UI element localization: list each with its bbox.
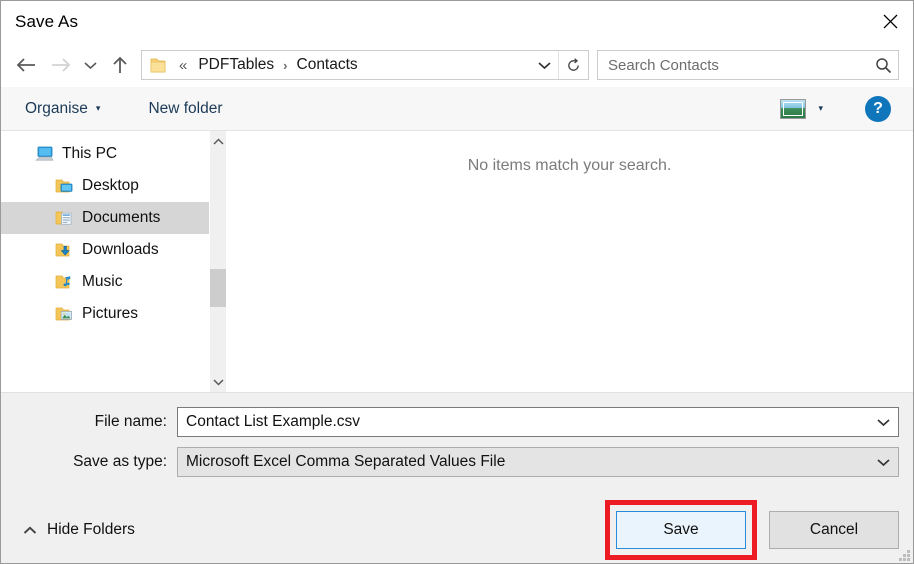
sidebar-item-label: Downloads <box>82 241 159 259</box>
folder-downloads-icon <box>53 242 75 258</box>
save-button[interactable]: Save <box>616 511 746 549</box>
form-panel: File name: Save as type: <box>1 393 913 497</box>
breadcrumb: « PDFTables › Contacts <box>172 56 530 74</box>
file-name-input[interactable] <box>178 412 868 432</box>
file-name-label: File name: <box>1 413 177 431</box>
folder-icon <box>150 58 166 73</box>
file-list[interactable]: No items match your search. <box>226 131 913 392</box>
chevron-up-icon <box>213 138 224 146</box>
save-as-type-row: Save as type: <box>1 447 913 477</box>
help-icon[interactable]: ? <box>865 96 891 122</box>
title-bar: Save As <box>1 1 913 43</box>
save-as-dialog: Save As <box>0 0 914 564</box>
search-box[interactable] <box>597 50 899 80</box>
close-icon <box>883 14 898 29</box>
sidebar-item-label: Documents <box>82 209 160 227</box>
scrollbar-down-button[interactable] <box>210 373 226 390</box>
organise-button[interactable]: Organise ▾ <box>19 96 106 122</box>
sidebar-item-desktop[interactable]: Desktop <box>1 170 209 202</box>
save-as-type-dropdown-button[interactable] <box>868 458 898 467</box>
sidebar-item-downloads[interactable]: Downloads <box>1 234 209 266</box>
hide-folders-button[interactable]: Hide Folders <box>15 521 135 539</box>
close-button[interactable] <box>867 1 913 41</box>
chevron-down-icon <box>213 378 224 386</box>
refresh-icon <box>566 58 581 73</box>
scrollbar-thumb[interactable] <box>210 269 226 307</box>
sidebar-item-label: Music <box>82 273 122 291</box>
sidebar-item-label: This PC <box>62 145 117 163</box>
breadcrumb-separator-0[interactable]: › <box>278 58 292 73</box>
arrow-left-icon <box>16 57 37 73</box>
search-input[interactable] <box>598 56 868 75</box>
breadcrumb-item-0[interactable]: PDFTables <box>194 56 278 74</box>
back-button[interactable] <box>9 48 43 82</box>
dialog-body: This PC Desktop <box>1 131 913 393</box>
folder-desktop-icon <box>53 178 75 194</box>
chevron-down-icon: ▾ <box>96 104 101 113</box>
file-name-row: File name: <box>1 407 913 437</box>
sidebar-item-pictures[interactable]: Pictures <box>1 298 209 330</box>
search-icon <box>875 57 892 74</box>
save-as-type-combo[interactable] <box>177 447 899 477</box>
save-as-type-value[interactable] <box>178 452 868 472</box>
dialog-title: Save As <box>1 12 78 32</box>
hide-folders-label: Hide Folders <box>47 521 135 539</box>
save-as-type-label: Save as type: <box>1 453 177 471</box>
resize-grip-icon[interactable] <box>898 549 910 561</box>
chevron-down-icon <box>84 61 97 70</box>
address-dropdown-button[interactable] <box>530 51 558 79</box>
sidebar-item-documents[interactable]: Documents <box>1 202 209 234</box>
organise-label: Organise <box>25 100 88 118</box>
scrollbar-up-button[interactable] <box>210 133 226 150</box>
toolbar: Organise ▾ New folder ▾ ? <box>1 87 913 131</box>
chevron-down-icon <box>877 458 890 467</box>
view-options-chevron-down-icon[interactable]: ▾ <box>818 104 823 113</box>
sidebar-item-label: Pictures <box>82 305 138 323</box>
folder-pictures-icon <box>53 306 75 322</box>
recent-locations-button[interactable] <box>77 48 103 82</box>
sidebar-item-label: Desktop <box>82 177 139 195</box>
dialog-footer: Hide Folders Save Cancel <box>1 497 913 563</box>
navigation-pane: This PC Desktop <box>1 131 209 392</box>
sidebar-item-this-pc[interactable]: This PC <box>1 138 209 170</box>
navigation-bar: « PDFTables › Contacts <box>1 43 913 87</box>
save-button-highlight: Save <box>605 500 757 560</box>
breadcrumb-overflow[interactable]: « <box>172 57 194 74</box>
file-name-dropdown-button[interactable] <box>868 418 898 427</box>
picture-view-icon[interactable] <box>780 99 806 119</box>
arrow-up-icon <box>112 56 128 75</box>
computer-icon <box>33 146 55 162</box>
sidebar-scrollbar[interactable] <box>209 131 226 392</box>
up-button[interactable] <box>103 48 137 82</box>
chevron-down-icon <box>877 418 890 427</box>
arrow-right-icon <box>50 57 71 73</box>
folder-documents-icon <box>53 210 75 226</box>
address-bar[interactable]: « PDFTables › Contacts <box>141 50 589 80</box>
cancel-button[interactable]: Cancel <box>769 511 899 549</box>
breadcrumb-item-1[interactable]: Contacts <box>293 56 362 74</box>
folder-music-icon <box>53 274 75 290</box>
new-folder-label: New folder <box>148 100 222 118</box>
file-name-combo[interactable] <box>177 407 899 437</box>
sidebar-item-music[interactable]: Music <box>1 266 209 298</box>
refresh-button[interactable] <box>558 51 588 79</box>
new-folder-button[interactable]: New folder <box>142 96 228 122</box>
search-icon-wrap[interactable] <box>868 57 898 74</box>
chevron-down-icon <box>538 61 551 70</box>
empty-state-message: No items match your search. <box>226 157 913 175</box>
forward-button <box>43 48 77 82</box>
chevron-up-icon <box>23 526 37 535</box>
breadcrumb-folder-icon-wrap <box>150 58 166 73</box>
